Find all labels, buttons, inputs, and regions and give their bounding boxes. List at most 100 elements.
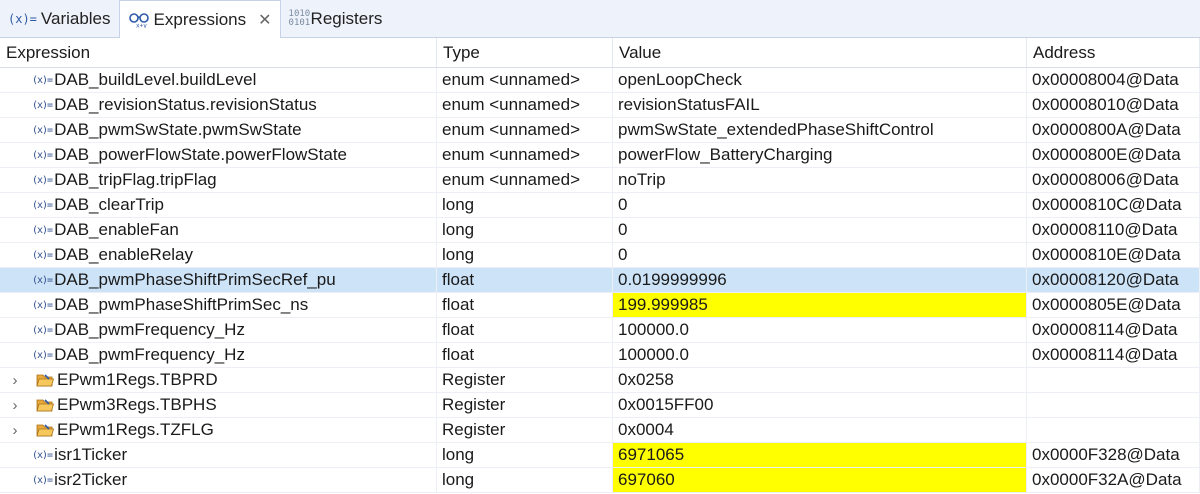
expression-cell[interactable]: (x)= DAB_pwmPhaseShiftPrimSecRef_pu <box>0 268 437 292</box>
address-cell: 0x0000800E@Data <box>1027 143 1200 167</box>
table-row[interactable]: (x)= DAB_pwmPhaseShiftPrimSec_ns float 199.… <box>0 293 1200 318</box>
table-row[interactable]: (x)= isr1Ticker long 6971065 0x0000F328@Data <box>0 443 1200 468</box>
expression-cell[interactable]: (x)= DAB_pwmFrequency_Hz <box>0 318 437 342</box>
value-cell[interactable]: 0.0199999996 <box>613 268 1027 292</box>
column-header-expression[interactable]: Expression <box>0 38 437 67</box>
expression-cell[interactable]: (x)= DAB_buildLevel.buildLevel <box>0 68 437 92</box>
variable-icon: (x)= <box>32 449 53 461</box>
address-cell <box>1027 368 1200 392</box>
chevron-right-icon[interactable]: › <box>4 372 26 389</box>
expression-name: DAB_buildLevel.buildLevel <box>54 70 257 89</box>
expression-cell[interactable]: (x)= DAB_clearTrip <box>0 193 437 217</box>
table-row[interactable]: (x)= DAB_enableFan long 0 0x00008110@Data <box>0 218 1200 243</box>
table-header: Expression Type Value Address <box>0 38 1200 68</box>
value-cell[interactable]: 697060 <box>613 468 1027 492</box>
tab-variables[interactable]: (x)= Variables <box>0 0 119 37</box>
expressions-table: Expression Type Value Address (x)= DAB_bu… <box>0 38 1200 493</box>
value-cell[interactable]: 0x0258 <box>613 368 1027 392</box>
variable-icon: (x)= <box>32 149 53 161</box>
value-cell[interactable]: 199.999985 <box>613 293 1027 317</box>
value-cell[interactable]: powerFlow_BatteryCharging <box>613 143 1027 167</box>
expression-cell[interactable]: › EPwm1Regs.TBPRD <box>0 368 437 392</box>
expression-name: DAB_pwmPhaseShiftPrimSecRef_pu <box>54 270 336 289</box>
column-header-address[interactable]: Address <box>1027 38 1200 67</box>
type-cell: enum <unnamed> <box>437 93 613 117</box>
expression-name: DAB_pwmPhaseShiftPrimSec_ns <box>54 295 309 314</box>
column-header-value[interactable]: Value <box>613 38 1027 67</box>
table-row[interactable]: (x)= DAB_revisionStatus.revisionStatus enu… <box>0 93 1200 118</box>
address-cell: 0x0000805E@Data <box>1027 293 1200 317</box>
type-cell: enum <unnamed> <box>437 168 613 192</box>
type-cell: float <box>437 293 613 317</box>
type-cell: enum <unnamed> <box>437 118 613 142</box>
expression-cell[interactable]: › EPwm3Regs.TBPHS <box>0 393 437 417</box>
expression-cell[interactable]: (x)= isr1Ticker <box>0 443 437 467</box>
tab-label: Registers <box>310 8 383 28</box>
value-cell[interactable]: 6971065 <box>613 443 1027 467</box>
value-cell[interactable]: 100000.0 <box>613 318 1027 342</box>
svg-text:x+y: x+y <box>136 22 147 28</box>
variable-icon: (x)= <box>32 299 53 311</box>
value-cell[interactable]: 0 <box>613 218 1027 242</box>
expression-cell[interactable]: (x)= isr2Ticker <box>0 468 437 492</box>
type-cell: long <box>437 468 613 492</box>
table-row[interactable]: › EPwm3Regs.TBPHS Register 0x0015FF00 <box>0 393 1200 418</box>
variable-icon: (x)= <box>32 199 53 211</box>
type-cell: enum <unnamed> <box>437 68 613 92</box>
value-cell[interactable]: 0 <box>613 193 1027 217</box>
expression-cell[interactable]: (x)= DAB_enableRelay <box>0 243 437 267</box>
table-row[interactable]: (x)= DAB_pwmPhaseShiftPrimSecRef_pu float 0… <box>0 268 1200 293</box>
expression-cell[interactable]: (x)= DAB_powerFlowState.powerFlowState <box>0 143 437 167</box>
table-body: (x)= DAB_buildLevel.buildLevel enum <unnam… <box>0 68 1200 493</box>
expression-cell[interactable]: (x)= DAB_pwmFrequency_Hz <box>0 343 437 367</box>
type-cell: float <box>437 318 613 342</box>
tab-registers[interactable]: 1010 0101 Registers <box>281 0 391 37</box>
address-cell: 0x00008114@Data <box>1027 343 1200 367</box>
expression-name: DAB_tripFlag.tripFlag <box>54 170 217 189</box>
chevron-right-icon[interactable]: › <box>4 397 26 414</box>
value-cell[interactable]: pwmSwState_extendedPhaseShiftControl <box>613 118 1027 142</box>
type-cell: Register <box>437 368 613 392</box>
variable-icon: (x)= <box>32 174 53 186</box>
address-cell <box>1027 418 1200 442</box>
table-row[interactable]: (x)= DAB_clearTrip long 0 0x0000810C@Data <box>0 193 1200 218</box>
type-cell: Register <box>437 393 613 417</box>
table-row[interactable]: (x)= DAB_powerFlowState.powerFlowState enu… <box>0 143 1200 168</box>
expression-cell[interactable]: › EPwm1Regs.TZFLG <box>0 418 437 442</box>
expression-name: EPwm3Regs.TBPHS <box>57 395 217 414</box>
type-cell: Register <box>437 418 613 442</box>
expression-cell[interactable]: (x)= DAB_tripFlag.tripFlag <box>0 168 437 192</box>
expression-cell[interactable]: (x)= DAB_pwmSwState.pwmSwState <box>0 118 437 142</box>
table-row[interactable]: (x)= DAB_pwmFrequency_Hz float 100000.0 0x00… <box>0 343 1200 368</box>
column-header-type[interactable]: Type <box>437 38 613 67</box>
expression-cell[interactable]: (x)= DAB_revisionStatus.revisionStatus <box>0 93 437 117</box>
value-cell[interactable]: 0 <box>613 243 1027 267</box>
value-cell[interactable]: openLoopCheck <box>613 68 1027 92</box>
address-cell: 0x00008010@Data <box>1027 93 1200 117</box>
table-row[interactable]: › EPwm1Regs.TZFLG Register 0x0004 <box>0 418 1200 443</box>
expression-name: DAB_pwmSwState.pwmSwState <box>54 120 302 139</box>
variable-icon: (x)= <box>32 349 53 361</box>
value-cell[interactable]: revisionStatusFAIL <box>613 93 1027 117</box>
expression-cell[interactable]: (x)= DAB_pwmPhaseShiftPrimSec_ns <box>0 293 437 317</box>
close-icon[interactable]: ✕ <box>258 10 271 30</box>
value-cell[interactable]: 0x0004 <box>613 418 1027 442</box>
table-row[interactable]: (x)= DAB_buildLevel.buildLevel enum <unnam… <box>0 68 1200 93</box>
type-cell: long <box>437 443 613 467</box>
expression-name: DAB_enableRelay <box>54 245 194 264</box>
table-row[interactable]: › EPwm1Regs.TBPRD Register 0x0258 <box>0 368 1200 393</box>
chevron-right-icon[interactable]: › <box>4 422 26 439</box>
expression-cell[interactable]: (x)= DAB_enableFan <box>0 218 437 242</box>
table-row[interactable]: (x)= isr2Ticker long 697060 0x0000F32A@Data <box>0 468 1200 493</box>
variable-icon: (x)= <box>32 124 53 136</box>
table-row[interactable]: (x)= DAB_tripFlag.tripFlag enum <unnamed> n… <box>0 168 1200 193</box>
value-cell[interactable]: 100000.0 <box>613 343 1027 367</box>
value-cell[interactable]: 0x0015FF00 <box>613 393 1027 417</box>
value-cell[interactable]: noTrip <box>613 168 1027 192</box>
table-row[interactable]: (x)= DAB_pwmFrequency_Hz float 100000.0 0x00… <box>0 318 1200 343</box>
type-cell: enum <unnamed> <box>437 143 613 167</box>
table-row[interactable]: (x)= DAB_enableRelay long 0 0x0000810E@Data <box>0 243 1200 268</box>
tab-expressions[interactable]: x+y Expressions ✕ <box>118 0 281 38</box>
table-row[interactable]: (x)= DAB_pwmSwState.pwmSwState enum <unnam… <box>0 118 1200 143</box>
view-tab-bar: (x)= Variables x+y Expressions ✕ 1010 010… <box>0 0 1200 38</box>
